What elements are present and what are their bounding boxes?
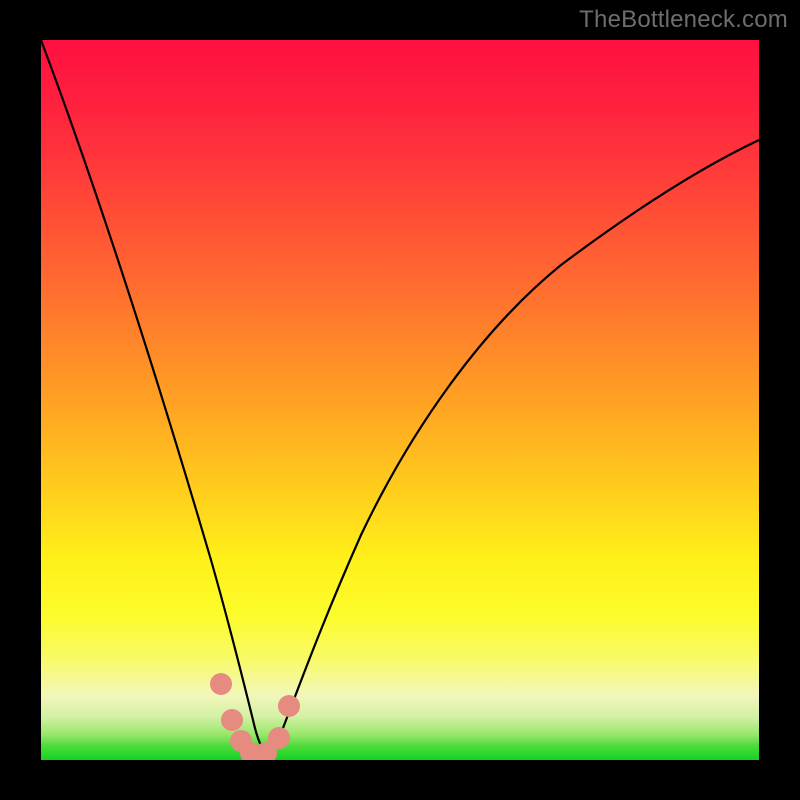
dot-right-upper bbox=[278, 695, 300, 717]
dot-left-mid bbox=[221, 709, 243, 731]
chart-frame: TheBottleneck.com bbox=[0, 0, 800, 800]
curve-layer bbox=[41, 40, 759, 760]
dot-right-lower bbox=[268, 727, 290, 749]
dot-left-upper bbox=[210, 673, 232, 695]
bottleneck-curve bbox=[41, 40, 759, 754]
watermark-text: TheBottleneck.com bbox=[579, 6, 788, 34]
trough-markers bbox=[210, 673, 300, 760]
plot-area bbox=[41, 40, 759, 760]
